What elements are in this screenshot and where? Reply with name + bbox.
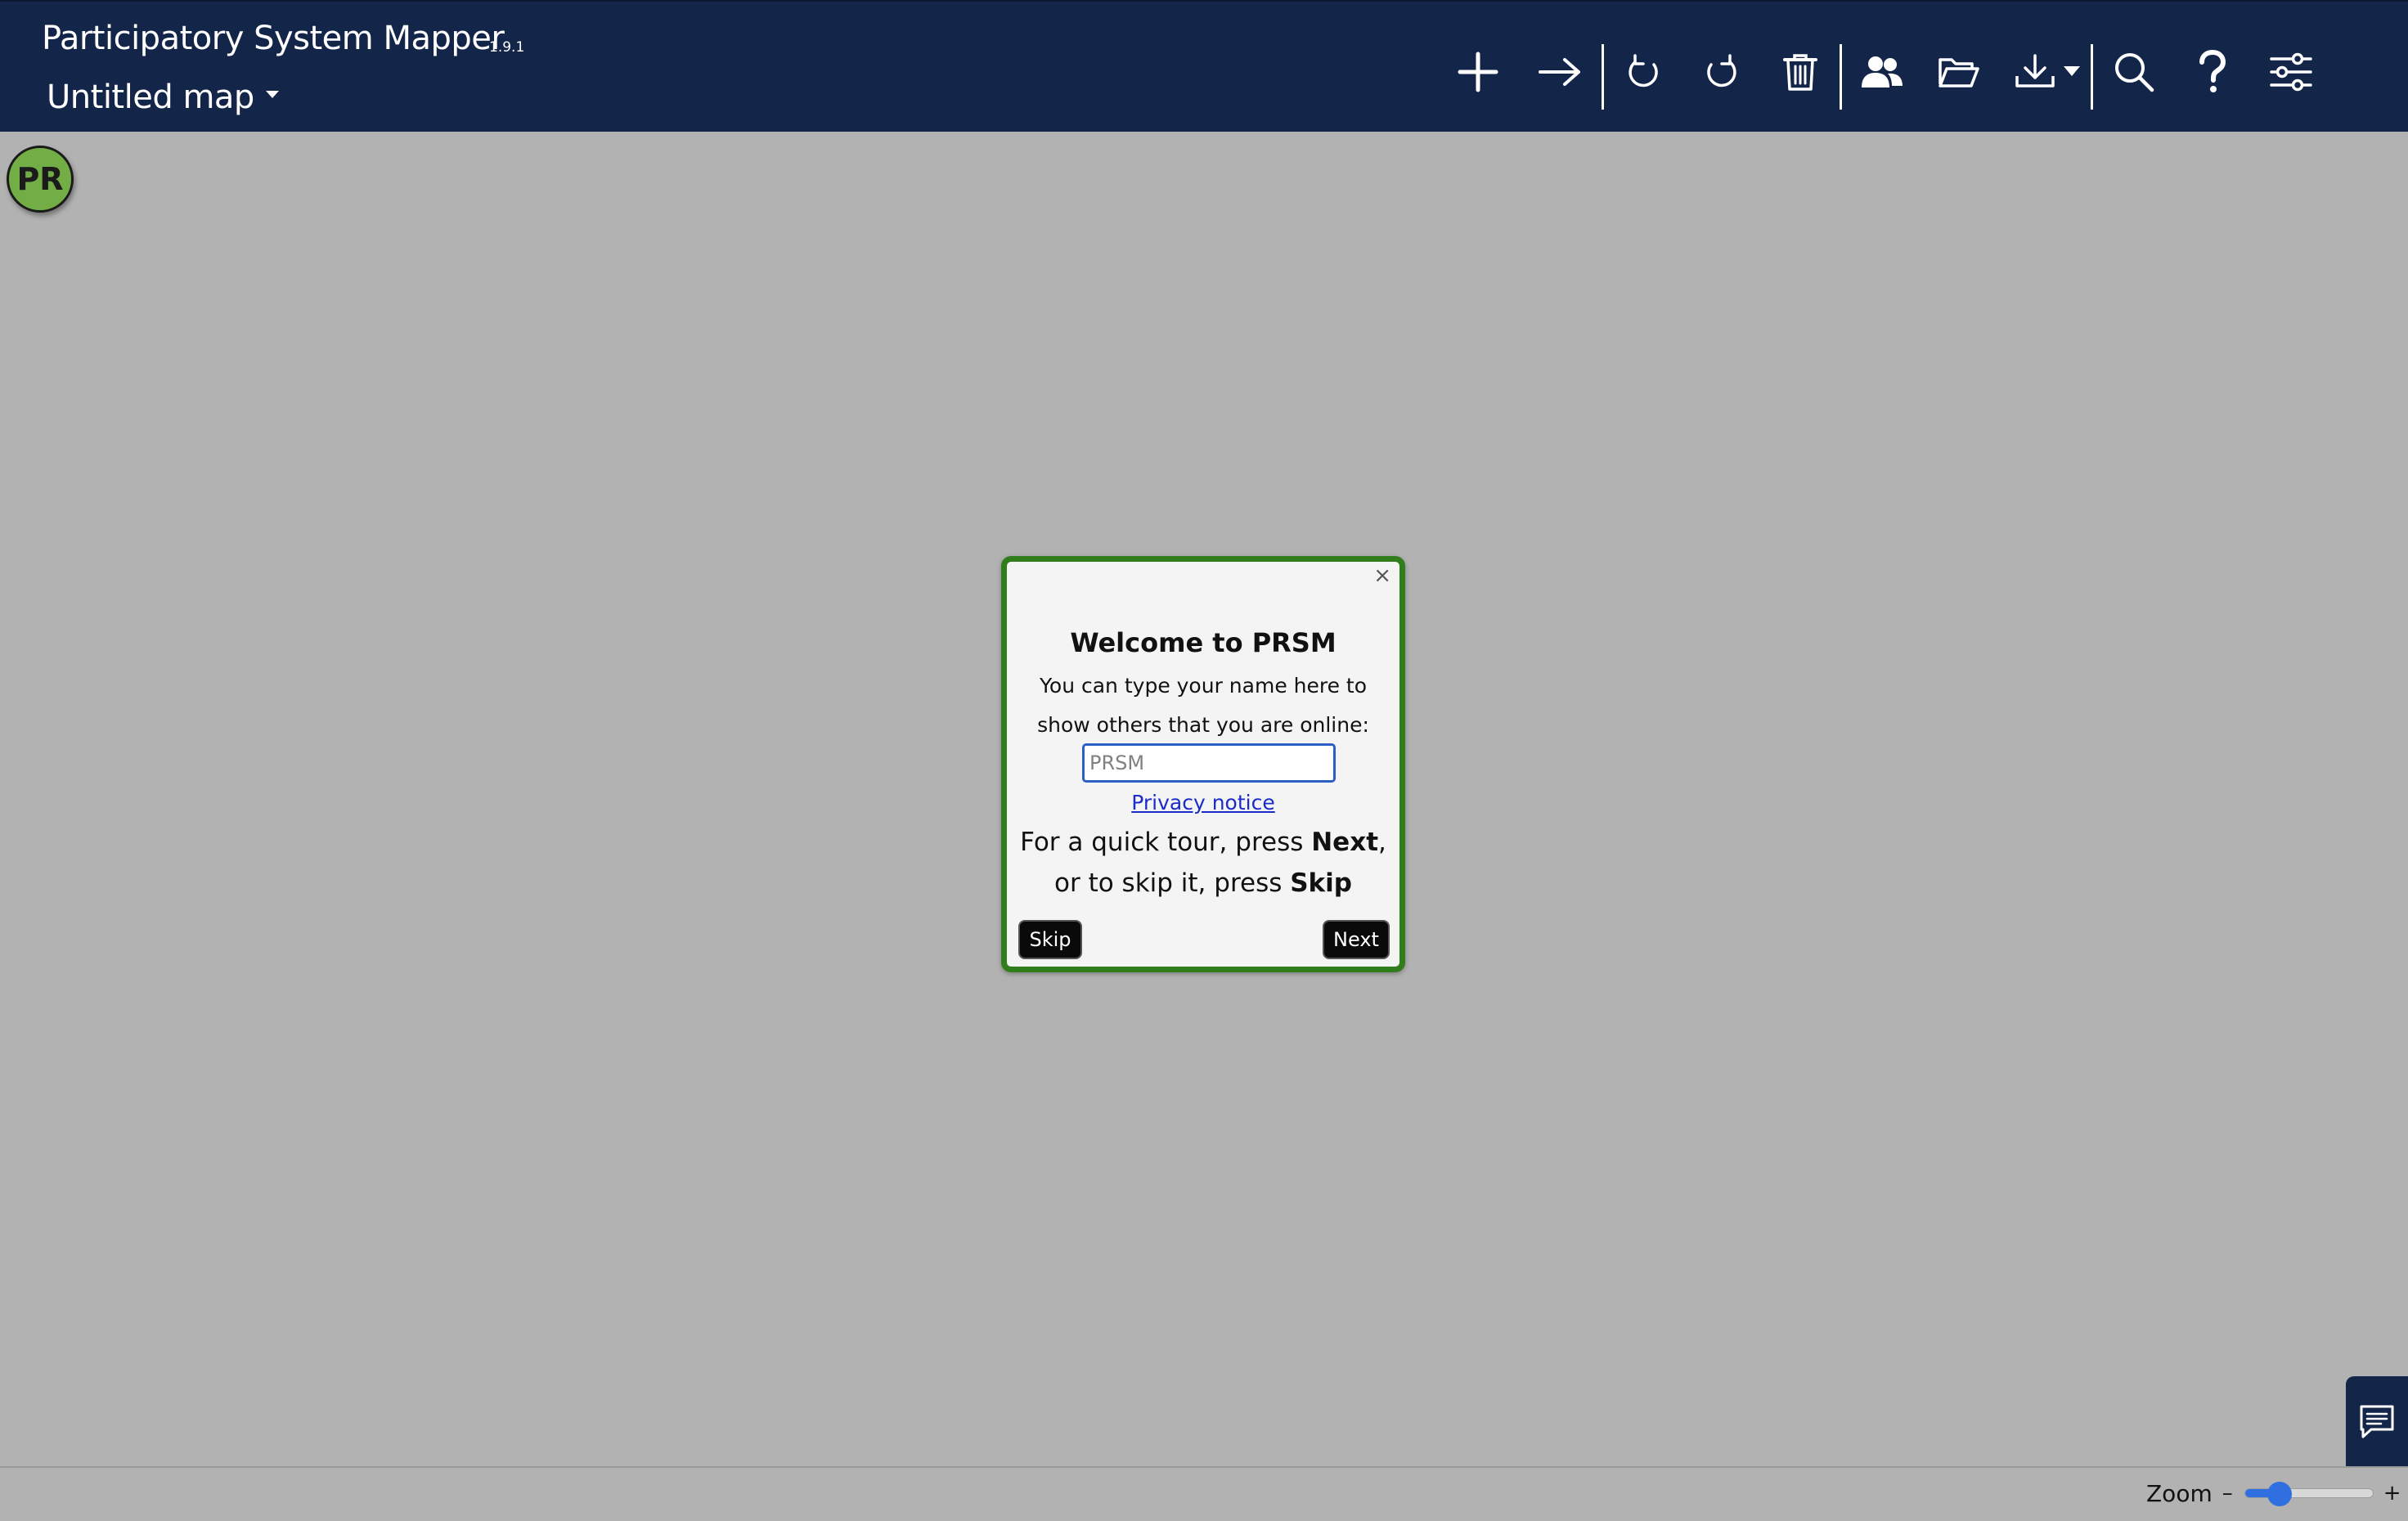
- tour-next-emphasis: Next: [1311, 828, 1379, 857]
- add-node-button[interactable]: [1451, 41, 1505, 103]
- toolbar-divider: [1840, 44, 1842, 110]
- plus-icon: [1458, 52, 1498, 92]
- dialog-title: Welcome to PRSM: [1070, 627, 1337, 658]
- next-button[interactable]: Next: [1323, 920, 1390, 959]
- delete-button[interactable]: [1773, 41, 1827, 103]
- tour-line-2-text: or to skip it, press: [1054, 868, 1291, 898]
- search-icon: [2115, 53, 2154, 92]
- caret-down-icon: [265, 90, 279, 98]
- toolbar-divider: [1602, 44, 1604, 110]
- folder-open-icon: [1939, 58, 1979, 87]
- instruction-line-1: You can type your name here to: [1039, 674, 1368, 698]
- privacy-link-wrap: Privacy notice: [1007, 791, 1399, 814]
- zoom-in-label: +: [2383, 1481, 2401, 1505]
- download-button[interactable]: [2012, 41, 2087, 103]
- skip-button[interactable]: Skip: [1018, 920, 1082, 959]
- chat-button[interactable]: [2346, 1376, 2408, 1466]
- tour-line-1-punct: ,: [1378, 828, 1386, 857]
- users-icon: [1862, 56, 1903, 87]
- redo-icon: [1707, 54, 1736, 87]
- tour-skip-emphasis: Skip: [1290, 868, 1352, 898]
- user-avatar[interactable]: PR: [7, 146, 74, 213]
- privacy-notice-link[interactable]: Privacy notice: [1131, 791, 1274, 814]
- trash-icon: [1783, 54, 1817, 91]
- user-name-input[interactable]: [1082, 743, 1336, 783]
- top-navbar: Participatory System Mapper 1.9.1 Untitl…: [0, 0, 2408, 132]
- zoom-out-label: –: [2222, 1481, 2233, 1505]
- version-label: 1.9.1: [489, 39, 525, 56]
- add-link-button[interactable]: [1533, 41, 1587, 103]
- tour-line-2: or to skip it, press Skip: [1007, 863, 1399, 904]
- map-title[interactable]: Untitled map: [47, 79, 254, 116]
- sliders-icon: [2270, 52, 2312, 92]
- dialog-instructions: You can type your name here to show othe…: [1007, 666, 1399, 745]
- tour-line-1: For a quick tour, press Next,: [1007, 822, 1399, 863]
- tour-instructions: For a quick tour, press Next, or to skip…: [1007, 822, 1399, 904]
- instruction-line-2: show others that you are online:: [1037, 713, 1369, 737]
- zoom-control: Zoom – +: [2146, 1477, 2401, 1510]
- zoom-label: Zoom: [2146, 1479, 2213, 1507]
- map-title-dropdown[interactable]: Untitled map: [47, 79, 279, 116]
- help-button[interactable]: [2186, 41, 2240, 103]
- open-file-button[interactable]: [1932, 41, 1986, 103]
- app-title: Participatory System Mapper: [42, 20, 505, 57]
- redo-button[interactable]: [1695, 41, 1749, 103]
- toolbar-divider: [2091, 44, 2093, 110]
- undo-button[interactable]: [1616, 41, 1670, 103]
- zoom-slider[interactable]: [2244, 1482, 2374, 1506]
- undo-icon: [1629, 54, 1658, 87]
- question-icon: [2199, 50, 2226, 92]
- welcome-dialog: × Welcome to PRSM You can type your name…: [1001, 556, 1405, 972]
- download-icon: [2015, 54, 2080, 87]
- settings-button[interactable]: [2264, 41, 2318, 103]
- share-button[interactable]: [1855, 41, 1909, 103]
- close-icon[interactable]: ×: [1373, 565, 1391, 586]
- chat-icon: [2360, 1405, 2394, 1438]
- zoom-slider-thumb[interactable]: [2266, 1482, 2292, 1506]
- status-bar-divider: [0, 1466, 2408, 1468]
- arrow-right-icon: [1539, 58, 1580, 86]
- search-button[interactable]: [2107, 41, 2161, 103]
- tour-line-1-text: For a quick tour, press: [1020, 828, 1312, 857]
